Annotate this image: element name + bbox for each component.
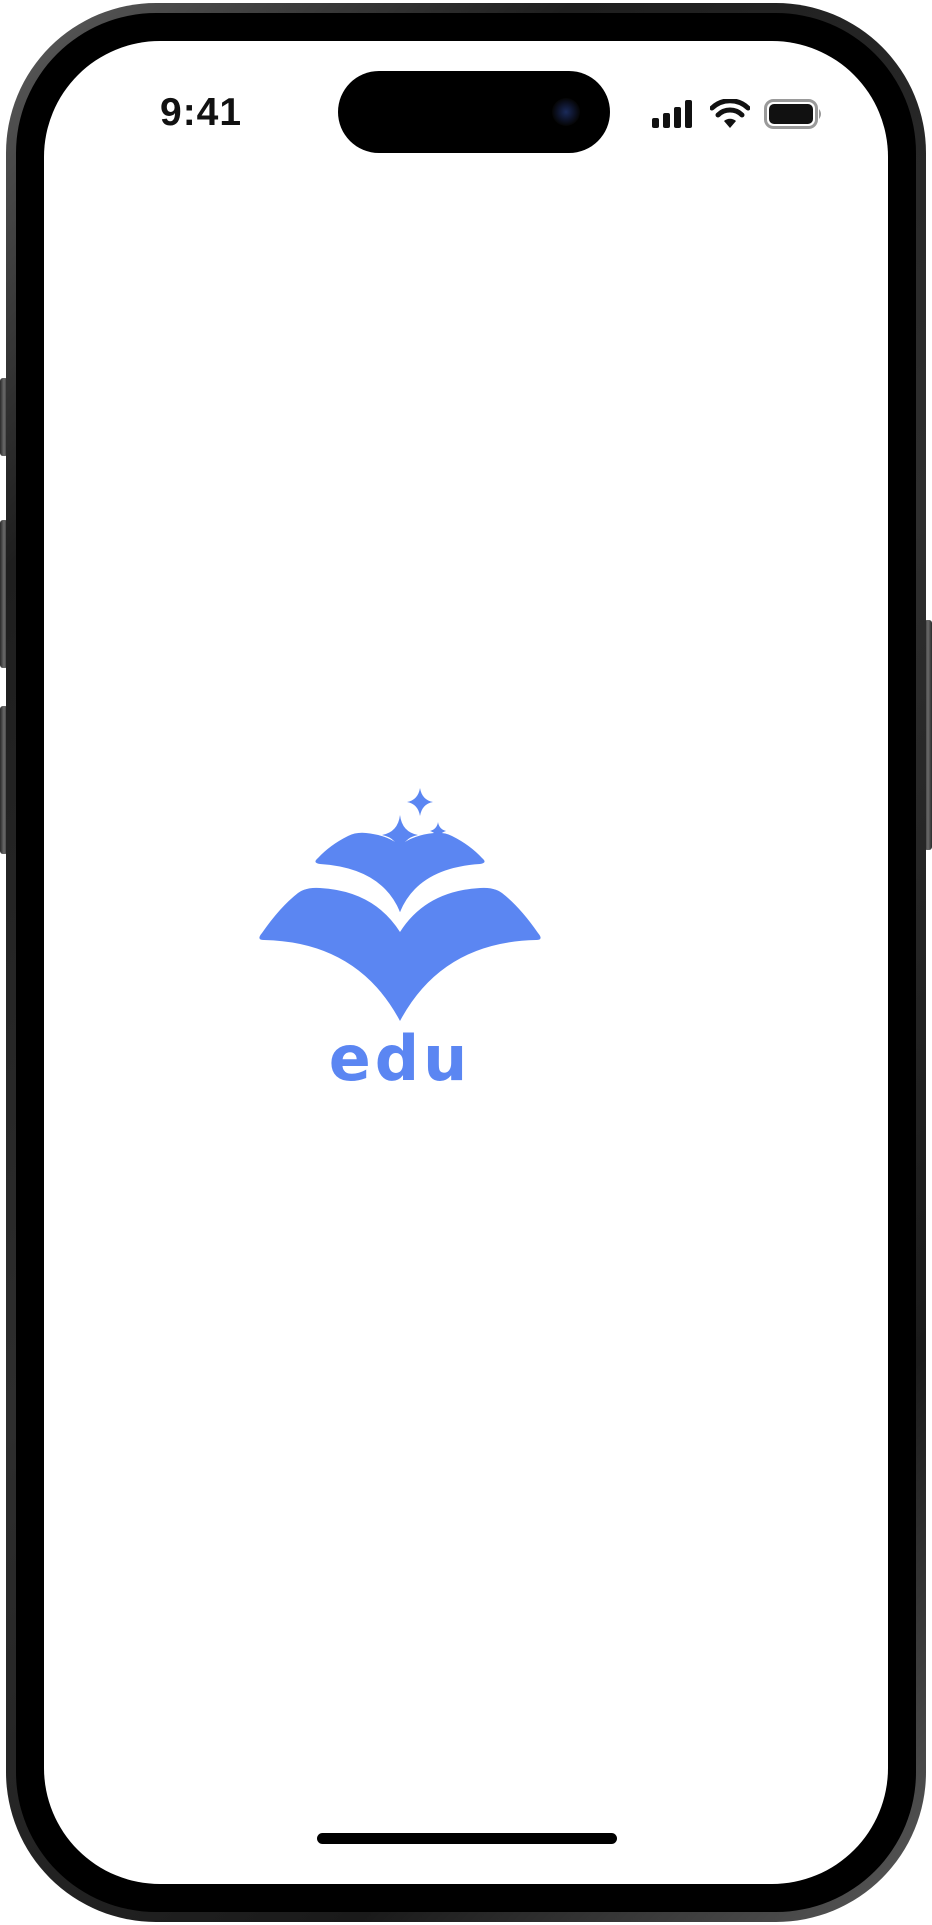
- front-camera-icon: [552, 98, 580, 126]
- phone-device: 9:41 edu: [0, 0, 932, 1925]
- status-icons: [652, 99, 824, 129]
- wifi-icon: [710, 99, 750, 128]
- status-time: 9:41: [160, 91, 243, 134]
- battery-icon: [764, 99, 821, 129]
- status-bar: 9:41: [44, 41, 888, 161]
- home-indicator[interactable]: [317, 1833, 617, 1844]
- screen: 9:41 edu: [44, 41, 888, 1884]
- dynamic-island: [338, 71, 610, 153]
- open-book-sparkles-icon: [259, 788, 541, 1021]
- app-logo: edu: [258, 780, 618, 1140]
- cellular-signal-icon: [652, 100, 692, 128]
- logo-text: edu: [328, 1022, 472, 1095]
